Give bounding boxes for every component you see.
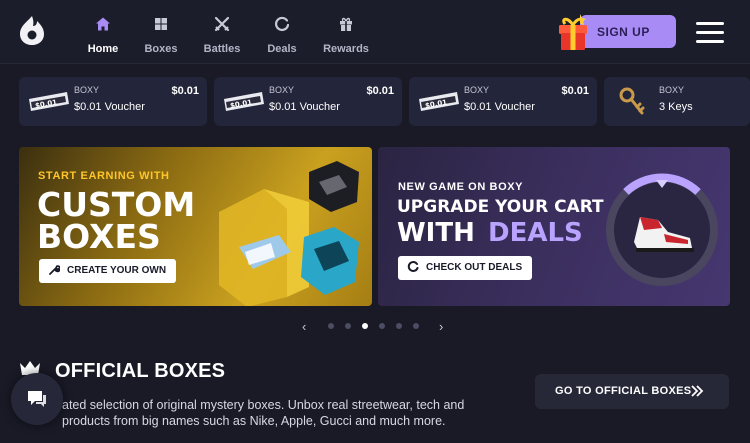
- section-description-line: ated selection of original mystery boxes…: [62, 398, 465, 412]
- carousel-dot[interactable]: [413, 323, 419, 329]
- chat-button[interactable]: [11, 373, 63, 425]
- boxy-logo[interactable]: [17, 14, 47, 46]
- nav-rewards[interactable]: Rewards: [316, 15, 376, 57]
- double-chevron-right-icon: [691, 385, 704, 397]
- gift-icon: [340, 17, 352, 31]
- voucher-icon: $0.01: [29, 92, 69, 111]
- carousel-prev-icon[interactable]: ‹: [302, 319, 306, 334]
- wrench-icon: [49, 265, 60, 275]
- live-drop-item[interactable]: $0.01 BOXY $0.01 Voucher $0.01: [214, 77, 402, 126]
- carousel-dot[interactable]: [328, 323, 334, 329]
- section-description: ated selection of original mystery boxes…: [19, 397, 497, 429]
- create-your-own-button[interactable]: CREATE YOUR OWN: [39, 259, 177, 283]
- deals-icon: [275, 16, 290, 32]
- drop-brand: BOXY: [659, 85, 685, 95]
- boxes-illustration: [219, 161, 359, 306]
- drop-name: $0.01 Voucher: [74, 101, 145, 113]
- carousel-next-icon[interactable]: ›: [439, 319, 443, 334]
- nav-battles[interactable]: Battles: [192, 15, 252, 57]
- nav-label: Rewards: [323, 43, 369, 55]
- sneaker-wheel-illustration: [606, 173, 718, 286]
- live-drop-item[interactable]: $0.01 BOXY $0.01 Voucher $0.01: [409, 77, 597, 126]
- banner-kicker: NEW GAME ON BOXY: [398, 181, 524, 193]
- check-out-deals-button[interactable]: CHECK OUT DEALS: [398, 256, 533, 280]
- nav-boxes[interactable]: Boxes: [131, 15, 191, 57]
- drop-brand: BOXY: [464, 85, 490, 95]
- nav-label: Boxes: [144, 43, 178, 55]
- banner-title-line2: BOXES: [37, 217, 161, 256]
- nav-label: Deals: [267, 43, 297, 55]
- sign-up-label: SIGN UP: [597, 25, 650, 39]
- home-icon: [96, 17, 110, 31]
- drop-name: 3 Keys: [659, 101, 693, 113]
- drop-name: $0.01 Voucher: [269, 101, 340, 113]
- drop-name: $0.01 Voucher: [464, 101, 535, 113]
- drop-price: $0.01: [561, 85, 589, 97]
- deals-banner[interactable]: NEW GAME ON BOXY UPGRADE YOUR CART WITH …: [378, 147, 730, 306]
- live-drop-item[interactable]: $0.01 BOXY $0.01 Voucher $0.01: [19, 77, 207, 126]
- section-description-line: products from big names such as Nike, Ap…: [62, 414, 446, 428]
- banner-title-line2b: DEALS: [488, 218, 583, 248]
- banner-title-line1: UPGRADE YOUR CART: [397, 197, 604, 217]
- custom-boxes-banner[interactable]: START EARNING WITH CUSTOM BOXES CREATE Y…: [19, 147, 372, 306]
- gift-box-illustration: [559, 14, 587, 50]
- swords-icon: [214, 16, 230, 32]
- section-title: OFFICIAL BOXES: [55, 360, 226, 382]
- nav-deals[interactable]: Deals: [252, 15, 312, 57]
- drop-price: $0.01: [366, 85, 394, 97]
- carousel-dot-active[interactable]: [362, 323, 368, 329]
- nav-label: Home: [87, 43, 119, 55]
- sign-up-button[interactable]: SIGN UP: [580, 15, 676, 48]
- boxes-icon: [155, 18, 167, 30]
- key-icon: [619, 87, 645, 115]
- go-to-official-boxes-button[interactable]: GO TO OFFICIAL BOXES: [535, 374, 729, 409]
- drop-brand: BOXY: [74, 85, 100, 95]
- drop-brand: BOXY: [269, 85, 295, 95]
- carousel-dot[interactable]: [379, 323, 385, 329]
- chat-icon: [28, 391, 46, 407]
- voucher-icon: $0.01: [224, 92, 264, 111]
- go-to-official-boxes-label: GO TO OFFICIAL BOXES: [555, 385, 692, 397]
- deals-icon: [407, 261, 419, 272]
- live-drop-item[interactable]: BOXY 3 Keys: [604, 77, 750, 126]
- create-your-own-label: CREATE YOUR OWN: [67, 265, 167, 276]
- carousel-dot[interactable]: [345, 323, 351, 329]
- top-header: Home Boxes Battles Deals Rewards SIGN UP: [0, 0, 750, 64]
- carousel-dot[interactable]: [396, 323, 402, 329]
- drop-price: $0.01: [171, 85, 199, 97]
- menu-icon[interactable]: [696, 22, 724, 44]
- check-out-deals-label: CHECK OUT DEALS: [426, 262, 523, 273]
- nav-label: Battles: [203, 43, 241, 55]
- banner-title-line2a: WITH: [397, 218, 475, 248]
- nav-home[interactable]: Home: [73, 15, 133, 57]
- banner-kicker: START EARNING WITH: [38, 170, 170, 182]
- voucher-icon: $0.01: [419, 92, 459, 111]
